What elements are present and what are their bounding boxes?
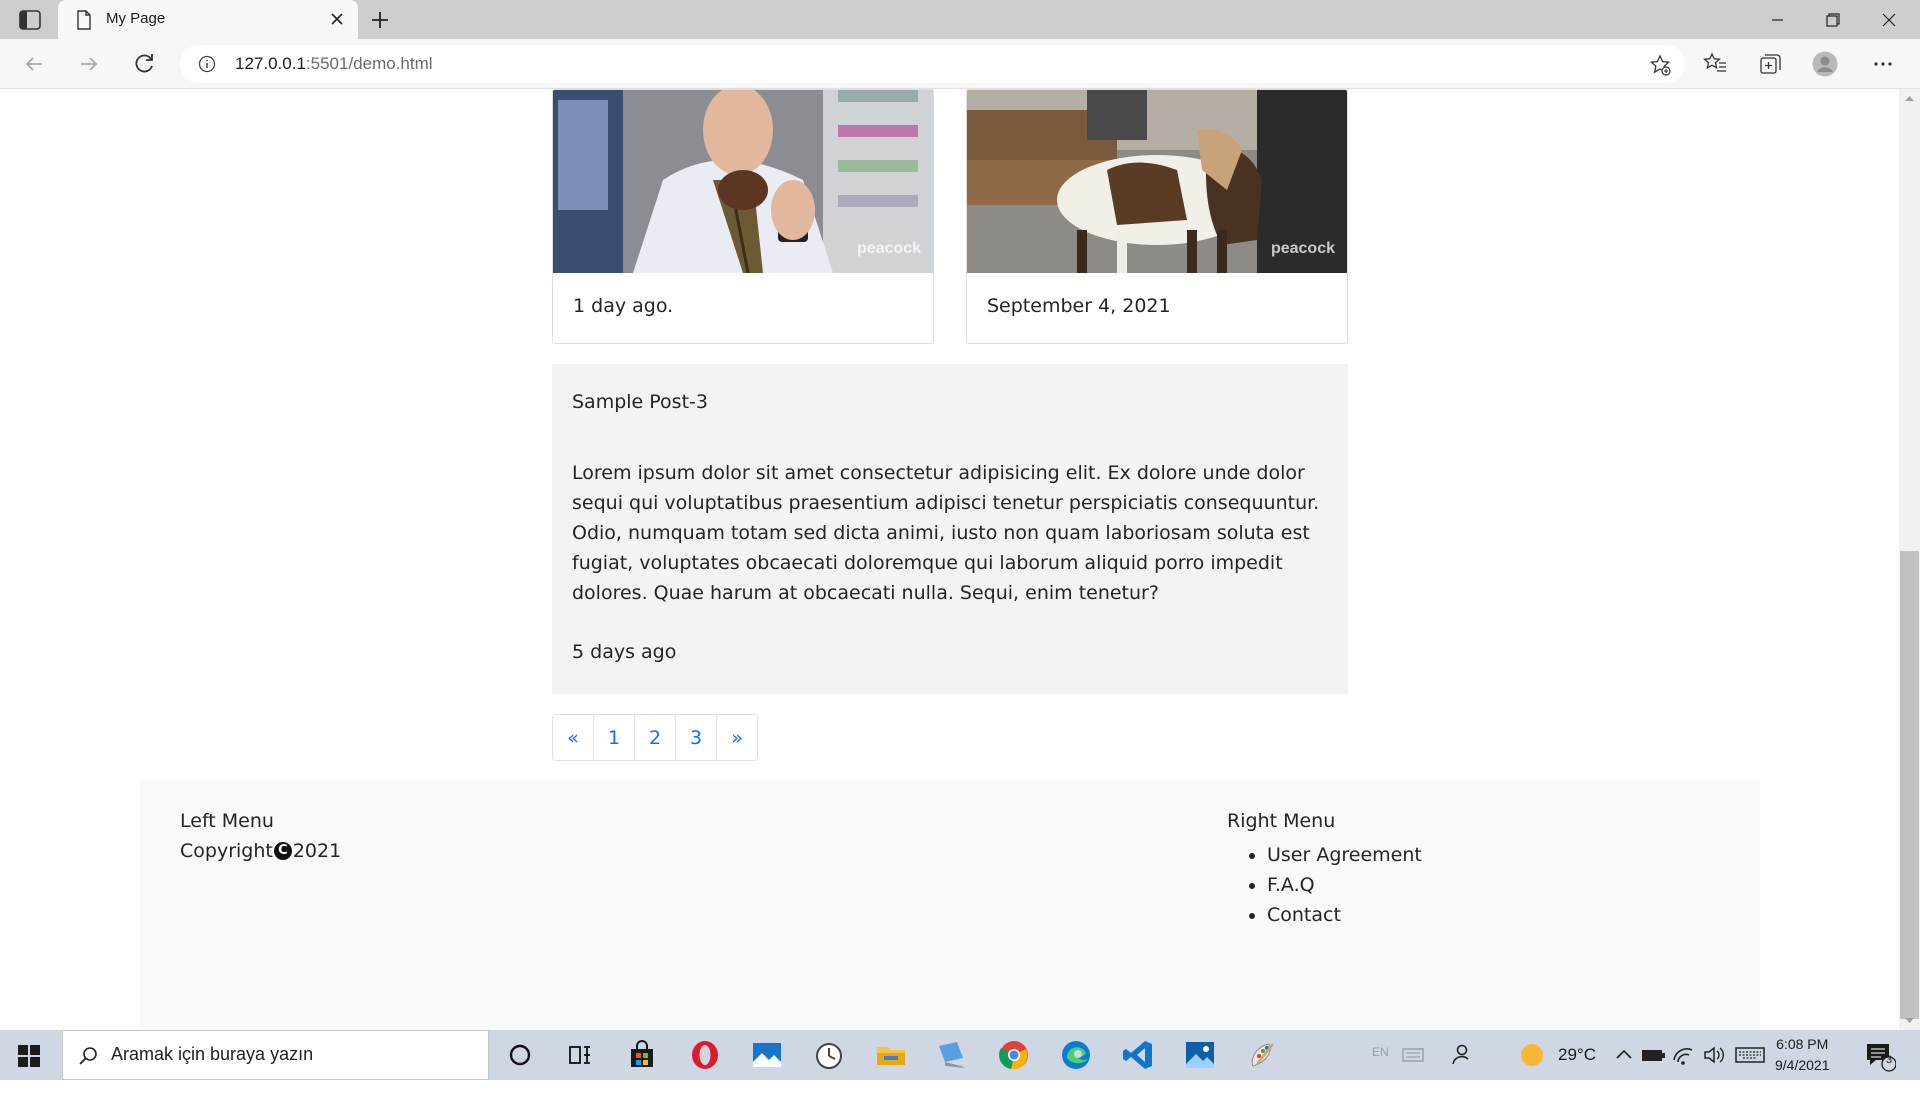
scroll-down-icon[interactable] [1904, 1015, 1915, 1026]
footer-link-faq[interactable]: F.A.Q [1267, 870, 1422, 900]
address-bar[interactable]: 127.0.0.1:5501/demo.html [180, 45, 1685, 83]
new-tab-icon[interactable] [368, 8, 392, 32]
image-watermark: peacock [856, 240, 921, 257]
footer-link-user-agreement[interactable]: User Agreement [1267, 840, 1422, 870]
add-favorite-icon[interactable] [1649, 54, 1671, 76]
post-title: Sample Post-3 [572, 391, 708, 413]
search-icon [79, 1047, 97, 1065]
favorites-icon[interactable] [1702, 51, 1728, 77]
tab-title: My Page [106, 10, 166, 27]
weather-sun-icon[interactable] [1515, 1038, 1549, 1072]
photo-app-icon[interactable] [750, 1038, 784, 1072]
page-footer: Left Menu CopyrightC2021 Right Menu User… [140, 780, 1760, 1030]
collections-icon[interactable] [1757, 51, 1783, 77]
more-options-icon[interactable] [1870, 51, 1896, 77]
cortana-icon[interactable] [503, 1038, 537, 1072]
page-scrollbar[interactable] [1899, 89, 1920, 1030]
temperature[interactable]: 29°C [1558, 1045, 1596, 1095]
tab-actions-icon[interactable] [18, 9, 42, 31]
browser-tab-bar: My Page [0, 0, 1920, 39]
photos-icon[interactable] [1183, 1038, 1217, 1072]
browser-tab[interactable]: My Page [58, 0, 358, 39]
pagination-page-3[interactable]: 3 [675, 714, 717, 761]
clock-time: 6:08 PM [1776, 1036, 1829, 1052]
right-menu-heading: Right Menu [1227, 810, 1336, 832]
touch-keyboard-icon[interactable] [1396, 1038, 1430, 1072]
store-icon[interactable] [625, 1038, 659, 1072]
clock-date: 9/4/2021 [1775, 1057, 1830, 1073]
language-indicator[interactable]: EN [1372, 1045, 1389, 1095]
scroll-up-icon[interactable] [1904, 93, 1915, 104]
minimize-icon[interactable] [1754, 6, 1800, 34]
browser-toolbar: 127.0.0.1:5501/demo.html [0, 39, 1920, 89]
keyboard-icon[interactable] [1733, 1038, 1767, 1072]
close-window-icon[interactable] [1866, 6, 1912, 34]
pagination-prev[interactable]: « [552, 714, 594, 761]
paint-icon[interactable] [1245, 1038, 1279, 1072]
image-watermark: peacock [1270, 240, 1335, 257]
right-menu-list: User Agreement F.A.Q Contact [1267, 840, 1422, 930]
page-icon [77, 10, 91, 30]
taskbar-search[interactable]: Aramak için buraya yazın [62, 1030, 489, 1080]
copyright-icon: C [273, 842, 292, 860]
people-icon[interactable] [1443, 1038, 1477, 1072]
opera-icon[interactable] [688, 1038, 722, 1072]
vscode-icon[interactable] [1121, 1038, 1155, 1072]
volume-icon[interactable] [1697, 1038, 1731, 1072]
windows-taskbar: Aramak için buraya yazın EN 29°C 6:08 PM… [0, 1030, 1920, 1080]
footer-link-contact[interactable]: Contact [1267, 900, 1422, 930]
profile-avatar-icon[interactable] [1812, 51, 1838, 77]
page-viewport: peacock 1 day ago. peacock September 4, … [0, 89, 1899, 1030]
scrollbar-thumb[interactable] [1900, 551, 1919, 1019]
device-app-icon[interactable] [935, 1038, 969, 1072]
task-view-icon[interactable] [563, 1038, 597, 1072]
pagination-page-1[interactable]: 1 [593, 714, 635, 761]
post-block: Sample Post-3 Lorem ipsum dolor sit amet… [552, 364, 1348, 694]
pagination-next[interactable]: » [716, 714, 758, 761]
search-placeholder: Aramak için buraya yazın [111, 1044, 314, 1064]
pagination: « 1 2 3 » [552, 714, 758, 761]
file-explorer-icon[interactable] [874, 1038, 908, 1072]
edge-icon[interactable] [1059, 1038, 1093, 1072]
forward-icon[interactable] [75, 50, 103, 78]
back-icon[interactable] [20, 50, 48, 78]
copyright-prefix: Copyright [180, 840, 273, 862]
system-clock[interactable]: 6:08 PM 9/4/2021 [1775, 1034, 1830, 1076]
copyright-year: 2021 [292, 840, 342, 862]
notification-count: 3 [1886, 1054, 1893, 1066]
site-info-icon[interactable] [198, 55, 216, 73]
left-menu-heading: Left Menu [180, 810, 274, 832]
battery-icon[interactable] [1636, 1038, 1670, 1072]
card-date: September 4, 2021 [987, 295, 1171, 317]
wifi-icon[interactable] [1666, 1038, 1700, 1072]
copyright: Copyright C 2021 [180, 840, 341, 862]
alarms-clock-icon[interactable] [812, 1038, 846, 1072]
card-date: 1 day ago. [573, 295, 674, 317]
windows-start-icon[interactable] [18, 1045, 40, 1067]
chrome-icon[interactable] [997, 1038, 1031, 1072]
post-card[interactable]: peacock 1 day ago. [552, 89, 934, 344]
pagination-page-2[interactable]: 2 [634, 714, 676, 761]
url-text: 127.0.0.1:5501/demo.html [235, 54, 433, 73]
refresh-icon[interactable] [130, 50, 158, 78]
post-card[interactable]: peacock September 4, 2021 [966, 89, 1348, 344]
post-body: Lorem ipsum dolor sit amet consectetur a… [572, 462, 1320, 604]
post-date: 5 days ago [572, 641, 677, 663]
close-tab-icon[interactable] [328, 10, 346, 28]
restore-icon[interactable] [1810, 6, 1856, 34]
